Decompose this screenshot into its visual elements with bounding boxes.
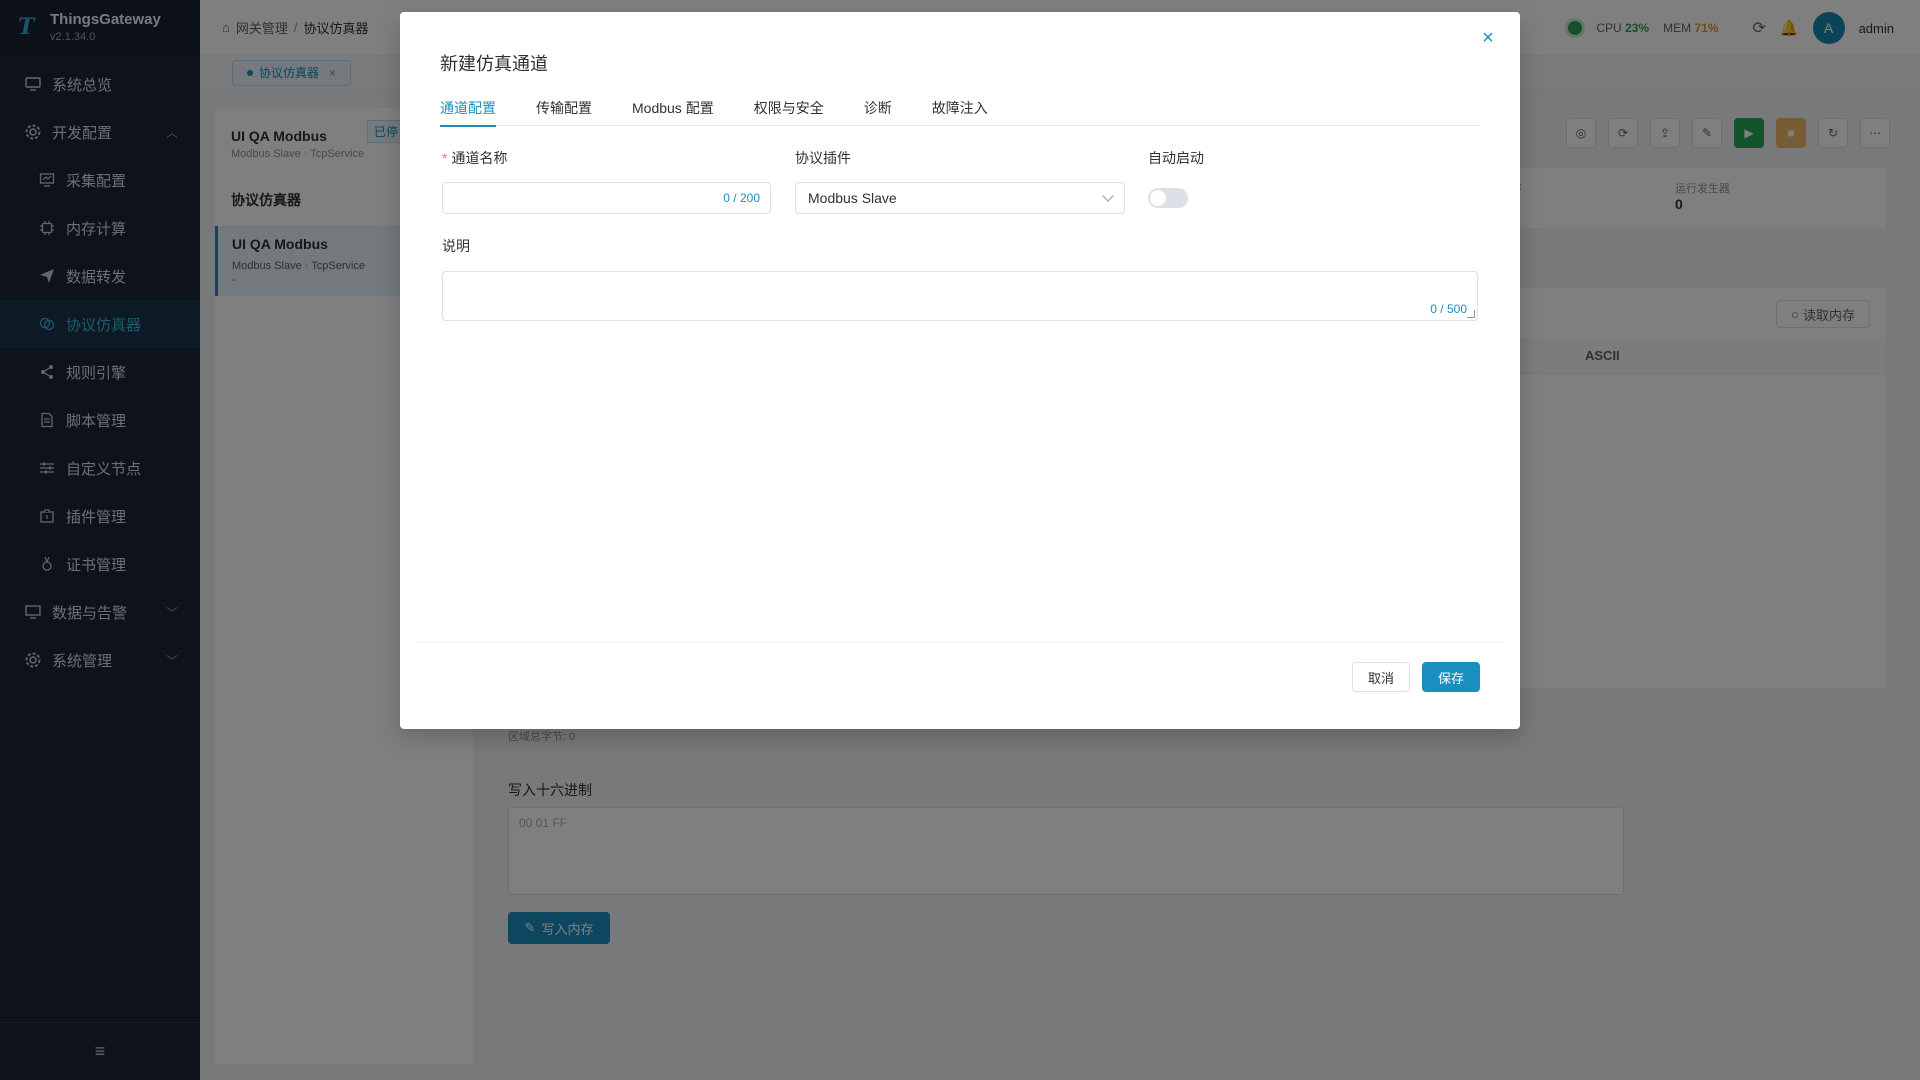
tab-permission-security[interactable]: 权限与安全 [754,90,824,126]
description-counter: 0 / 500 [1430,302,1467,316]
autostart-switch[interactable] [1148,188,1188,208]
close-icon[interactable]: × [1476,26,1500,50]
dialog-title: 新建仿真通道 [440,54,548,74]
resize-handle[interactable] [1467,310,1475,318]
new-channel-dialog: 新建仿真通道 × 通道配置 传输配置 Modbus 配置 权限与安全 诊断 故障… [400,12,1520,729]
required-mark: * [442,150,448,166]
cancel-button[interactable]: 取消 [1352,662,1410,692]
tab-channel-config[interactable]: 通道配置 [440,90,496,127]
channel-name-input[interactable]: 0 / 200 [442,182,771,214]
tab-modbus-config[interactable]: Modbus 配置 [632,90,714,126]
protocol-plugin-label: 协议插件 [795,150,851,166]
dialog-tabs: 通道配置 传输配置 Modbus 配置 权限与安全 诊断 故障注入 [440,90,1480,127]
autostart-label: 自动启动 [1148,150,1204,166]
footer-divider [416,642,1504,643]
tab-diagnostics[interactable]: 诊断 [864,90,892,126]
switch-knob [1150,190,1166,206]
save-button[interactable]: 保存 [1422,662,1480,692]
description-textarea[interactable]: 0 / 500 [442,271,1478,321]
channel-name-counter: 0 / 200 [723,191,760,205]
chevron-down-icon [1102,190,1114,202]
description-label: 说明 [442,238,470,254]
channel-name-label: * 通道名称 [442,150,508,166]
protocol-plugin-select[interactable]: Modbus Slave [795,182,1125,214]
tab-transport-config[interactable]: 传输配置 [536,90,592,126]
tab-fault-injection[interactable]: 故障注入 [932,90,988,126]
protocol-plugin-value: Modbus Slave [808,190,897,206]
